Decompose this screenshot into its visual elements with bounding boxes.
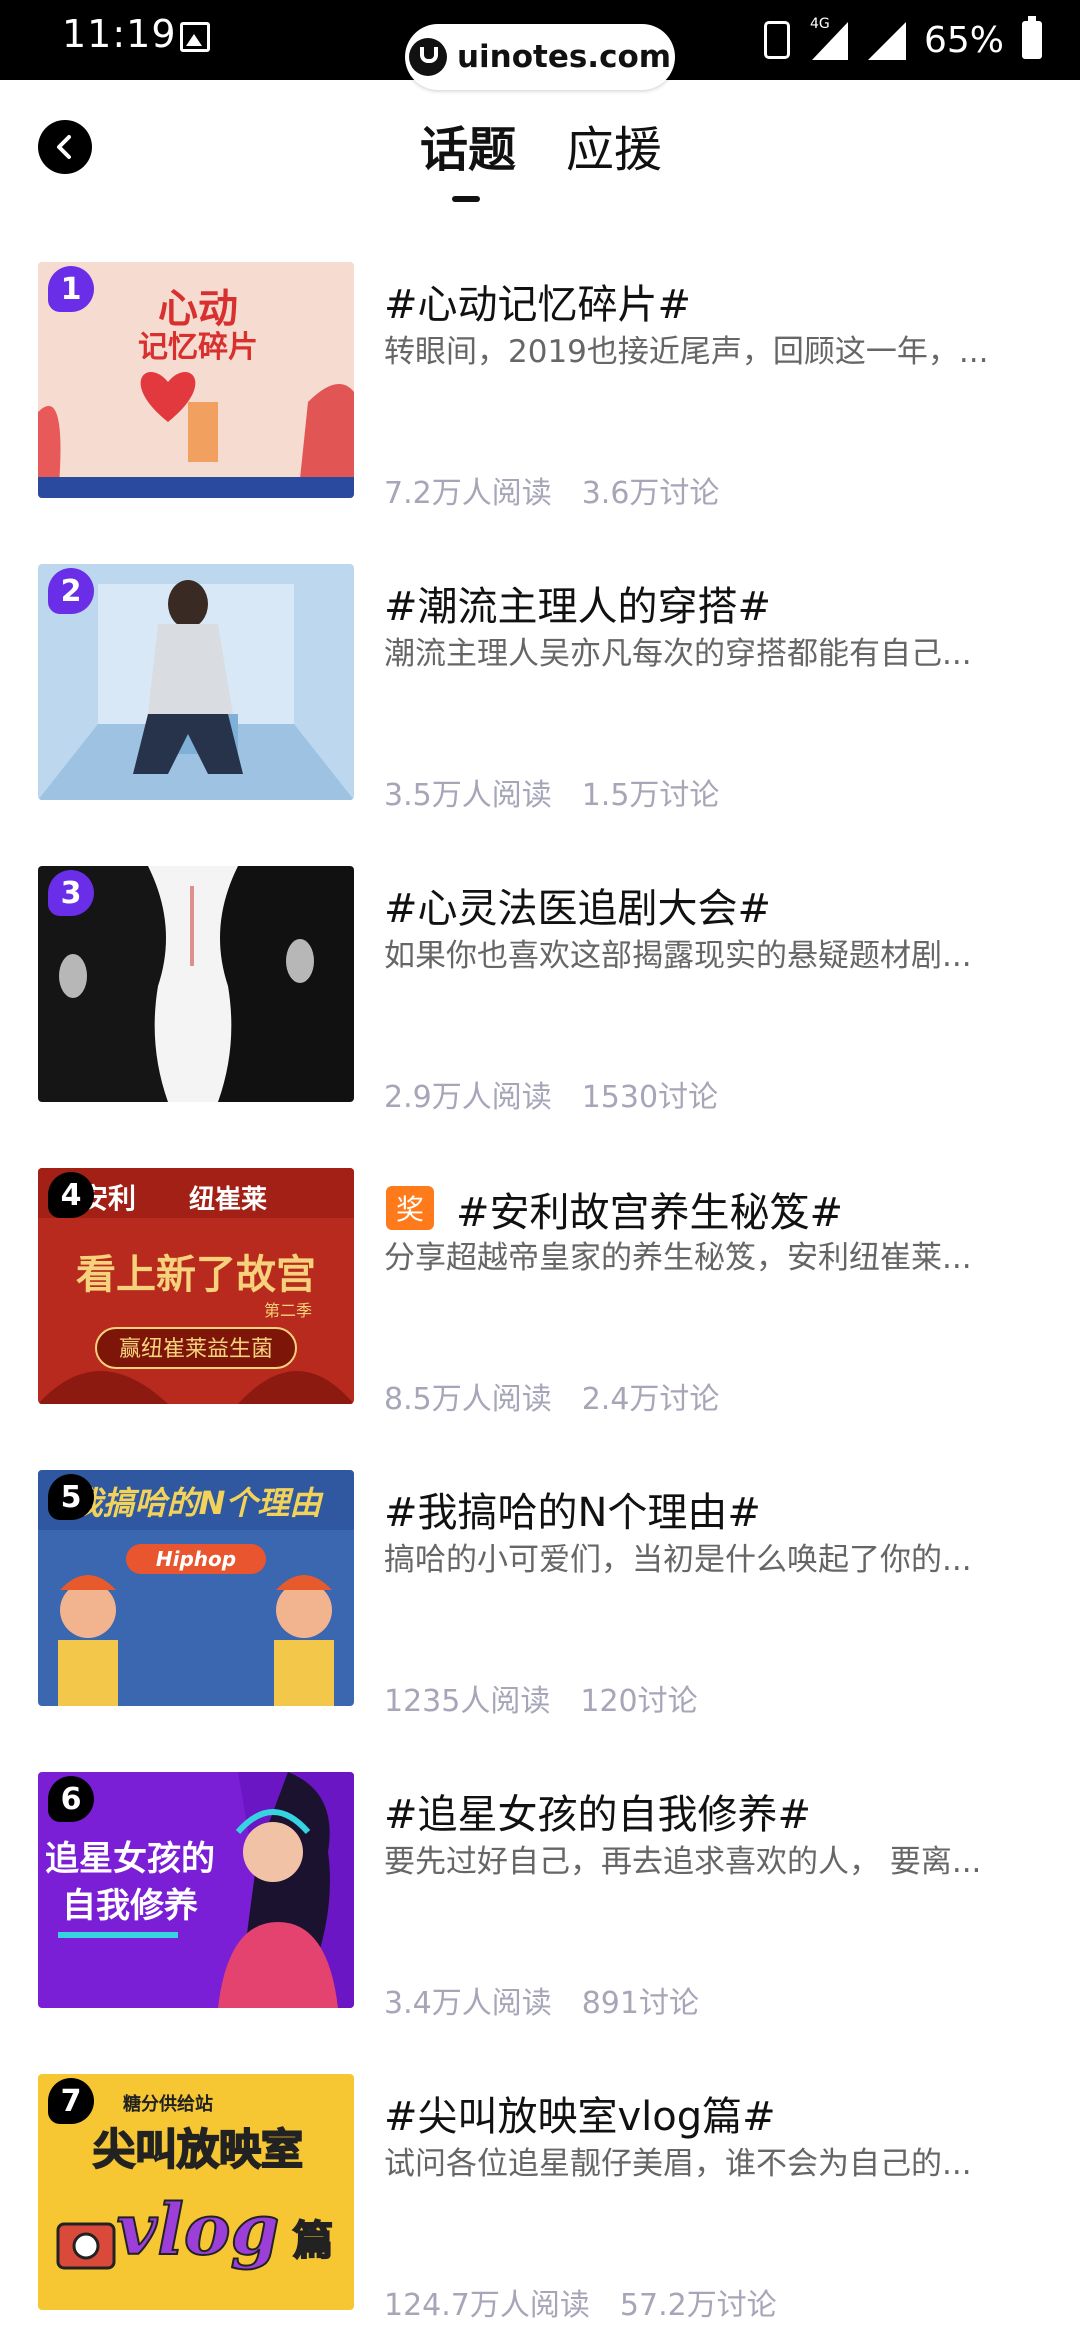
topic-title: #心动记忆碎片#: [384, 282, 692, 328]
topic-item[interactable]: 糖分供给站 尖叫放映室 vlog 篇 7 #尖叫放映室vlog篇# 试问各位追星…: [0, 2074, 1080, 2323]
read-count: 3.5万人阅读: [384, 778, 552, 813]
vibrate-icon: [763, 21, 790, 59]
chevron-left-icon: [57, 135, 71, 159]
rank-badge: 1: [48, 266, 94, 312]
topic-thumbnail: 安利 纽崔莱 看上新了故宫 第二季 赢纽崔莱益生菌 4: [38, 1168, 354, 1404]
back-button[interactable]: [38, 120, 92, 174]
read-count: 124.7万人阅读: [384, 2288, 590, 2323]
topic-thumbnail: 心动 记忆碎片 1: [38, 262, 354, 498]
thumb-4-season: 第二季: [264, 1301, 312, 1320]
header: 话题 应援: [0, 80, 1080, 220]
thumb-1-line2: 记忆碎片: [138, 330, 258, 365]
topic-description: 潮流主理人吴亦凡每次的穿搭都能有自己...: [384, 636, 972, 672]
thumb-4-brand2: 纽崔莱: [189, 1184, 267, 1215]
rank-badge: 2: [48, 568, 94, 614]
rank-badge: 4: [48, 1172, 94, 1218]
status-indicators: 4G 65%: [763, 14, 1042, 66]
rank-badge: 7: [48, 2078, 94, 2124]
topic-title: #追星女孩的自我修养#: [384, 1792, 812, 1838]
discussion-count: 891讨论: [581, 1986, 699, 2021]
discussion-count: 1530讨论: [581, 1080, 719, 1115]
topic-item[interactable]: 2 #潮流主理人的穿搭# 潮流主理人吴亦凡每次的穿搭都能有自己... 3.5万人…: [0, 564, 1080, 813]
signal-icon: [866, 20, 906, 60]
thumb-7-main: 尖叫放映室: [93, 2125, 303, 2174]
topic-description: 要先过好自己，再去追求喜欢的人， 要离...: [384, 1844, 982, 1880]
topic-title: #心灵法医追剧大会#: [384, 886, 772, 932]
topic-title: #潮流主理人的穿搭#: [384, 584, 772, 630]
award-tag: 奖: [386, 1186, 434, 1230]
discussion-count: 1.5万讨论: [581, 778, 720, 813]
read-count: 3.4万人阅读: [384, 1986, 552, 2021]
topic-title: #安利故宫养生秘笈#: [456, 1190, 844, 1236]
network-type-label: 4G: [809, 16, 830, 32]
rank-badge: 3: [48, 870, 94, 916]
thumb-7-vlog: vlog: [117, 2188, 280, 2271]
discussion-count: 3.6万讨论: [581, 476, 720, 511]
thumb-7-pian: 篇: [293, 2218, 333, 2264]
watermark: uinotes.com: [405, 24, 675, 90]
topic-description: 转眼间，2019也接近尾声，回顾这一年，...: [384, 334, 989, 370]
topic-item[interactable]: 我搞哈的N个理由 Hiphop 5 #我搞哈的N个理由# 搞哈的小可爱们，当初是…: [0, 1470, 1080, 1719]
topic-title: #我搞哈的N个理由#: [384, 1490, 761, 1536]
topic-description: 如果你也喜欢这部揭露现实的悬疑题材剧...: [384, 938, 972, 974]
topic-item[interactable]: 追星女孩的 自我修养 6 #追星女孩的自我修养# 要先过好自己，再去追求喜欢的人…: [0, 1772, 1080, 2021]
topic-stats: 2.9万人阅读 1530讨论: [384, 1072, 748, 1116]
topic-stats: 3.5万人阅读 1.5万讨论: [384, 770, 749, 814]
topic-item[interactable]: 安利 纽崔莱 看上新了故宫 第二季 赢纽崔莱益生菌 4 奖 #安利故宫养生秘笈#…: [0, 1168, 1080, 1417]
read-count: 1235人阅读: [384, 1684, 551, 1719]
topic-description: 分享超越帝皇家的养生秘笈，安利纽崔莱...: [384, 1240, 972, 1276]
read-count: 7.2万人阅读: [384, 476, 552, 511]
topic-stats: 124.7万人阅读 57.2万讨论: [384, 2280, 807, 2324]
topic-item[interactable]: 3 #心灵法医追剧大会# 如果你也喜欢这部揭露现实的悬疑题材剧... 2.9万人…: [0, 866, 1080, 1115]
thumb-6-line2: 自我修养: [62, 1886, 198, 1926]
thumb-6-line1: 追星女孩的: [45, 1839, 215, 1879]
thumb-5-sub: Hiphop: [156, 1547, 236, 1571]
network-4g-icon: 4G: [808, 16, 848, 60]
topic-thumbnail: 2: [38, 564, 354, 800]
thumb-4-banner: 赢纽崔莱益生菌: [119, 1337, 273, 1362]
discussion-count: 57.2万讨论: [619, 2288, 777, 2323]
battery-percent: 65%: [923, 19, 1004, 61]
battery-icon: [1022, 16, 1042, 59]
tab-support[interactable]: 应援: [566, 110, 662, 180]
status-time: 11:19: [62, 12, 177, 56]
rank-badge: 6: [48, 1776, 94, 1822]
rank-badge: 5: [48, 1474, 94, 1520]
topic-description: 搞哈的小可爱们，当初是什么唤起了你的...: [384, 1542, 972, 1578]
topic-thumbnail: 我搞哈的N个理由 Hiphop 5: [38, 1470, 354, 1706]
topic-stats: 7.2万人阅读 3.6万讨论: [384, 468, 749, 512]
watermark-text: uinotes.com: [456, 39, 672, 75]
discussion-count: 2.4万讨论: [581, 1382, 720, 1417]
topic-thumbnail: 糖分供给站 尖叫放映室 vlog 篇 7: [38, 2074, 354, 2310]
topic-thumbnail: 3: [38, 866, 354, 1102]
topic-stats: 1235人阅读 120讨论: [384, 1676, 728, 1720]
read-count: 8.5万人阅读: [384, 1382, 552, 1417]
uinotes-logo-icon: [408, 38, 447, 76]
thumb-7-top: 糖分供给站: [123, 2093, 213, 2115]
read-count: 2.9万人阅读: [384, 1080, 552, 1115]
active-tab-indicator: [452, 196, 480, 202]
thumb-4-main: 看上新了故宫: [76, 1251, 316, 1298]
topic-stats: 3.4万人阅读 891讨论: [384, 1978, 729, 2022]
image-notification-icon: [180, 22, 210, 52]
thumb-5-title: 我搞哈的N个理由: [71, 1484, 325, 1522]
topic-description: 试问各位追星靓仔美眉，谁不会为自己的...: [384, 2146, 972, 2182]
discussion-count: 120讨论: [580, 1684, 698, 1719]
thumb-1-line1: 心动: [158, 286, 238, 332]
topic-stats: 8.5万人阅读 2.4万讨论: [384, 1374, 749, 1418]
topic-title: #尖叫放映室vlog篇#: [384, 2094, 776, 2140]
topic-thumbnail: 追星女孩的 自我修养 6: [38, 1772, 354, 2008]
topic-item[interactable]: 心动 记忆碎片 1 #心动记忆碎片# 转眼间，2019也接近尾声，回顾这一年，.…: [0, 262, 1080, 511]
tab-topics[interactable]: 话题: [420, 110, 516, 180]
